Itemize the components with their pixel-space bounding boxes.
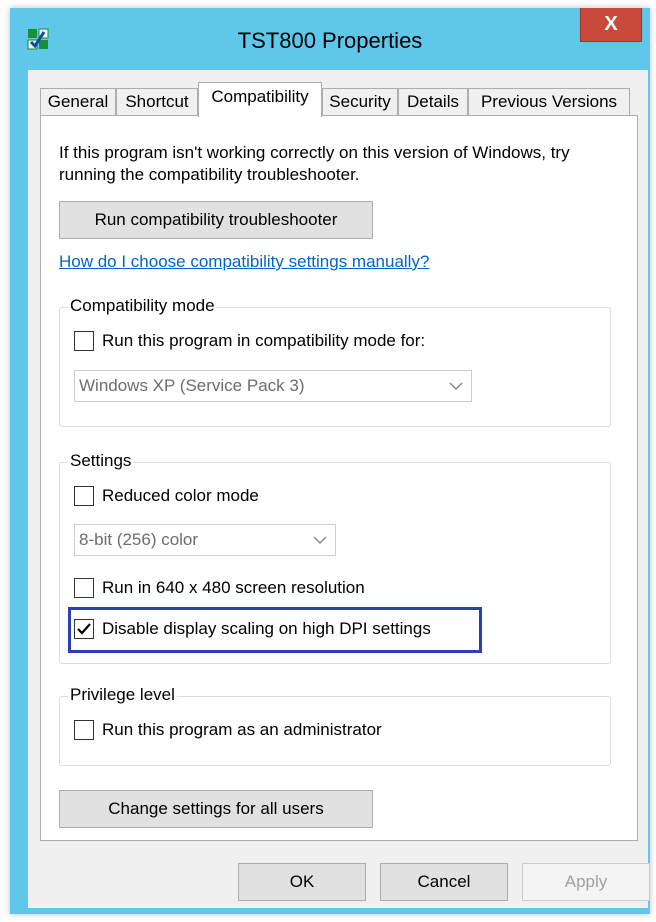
compat-mode-checkbox[interactable]	[74, 331, 94, 351]
color-depth-select-value: 8-bit (256) color	[79, 530, 199, 549]
cancel-button[interactable]: Cancel	[380, 863, 508, 901]
ok-button[interactable]: OK	[238, 863, 366, 901]
compatibility-mode-group: Compatibility mode Run this program in c…	[59, 296, 611, 427]
compat-mode-checkbox-label: Run this program in compatibility mode f…	[102, 331, 426, 350]
resolution-checkbox[interactable]	[74, 578, 94, 598]
change-settings-all-users-button[interactable]: Change settings for all users	[59, 790, 373, 828]
tab-shortcut[interactable]: Shortcut	[116, 88, 198, 116]
checkmark-icon	[77, 623, 91, 635]
os-version-select-value: Windows XP (Service Pack 3)	[79, 376, 305, 395]
intro-text: If this program isn't working correctly …	[59, 143, 570, 184]
run-troubleshooter-button[interactable]: Run compatibility troubleshooter	[59, 201, 373, 239]
privilege-level-label: Privilege level	[68, 685, 177, 705]
dpi-scaling-label: Disable display scaling on high DPI sett…	[102, 619, 431, 638]
tab-general[interactable]: General	[40, 88, 116, 116]
tab-details[interactable]: Details	[398, 88, 468, 116]
run-as-admin-checkbox[interactable]	[74, 720, 94, 740]
apply-button[interactable]: Apply	[522, 863, 650, 901]
reduced-color-label: Reduced color mode	[102, 486, 259, 505]
window-title: TST800 Properties	[237, 28, 423, 53]
tab-compatibility[interactable]: Compatibility	[198, 82, 322, 117]
dpi-scaling-checkbox[interactable]	[74, 619, 94, 639]
dialog-client-area: General Shortcut Compatibility Security …	[28, 70, 650, 908]
compatibility-mode-label: Compatibility mode	[68, 296, 217, 316]
settings-group: Settings Reduced color mode 8-bit (256) …	[59, 451, 611, 664]
color-depth-select[interactable]: 8-bit (256) color	[74, 524, 336, 556]
os-version-select[interactable]: Windows XP (Service Pack 3)	[74, 370, 472, 402]
chevron-down-icon	[449, 382, 463, 391]
help-link[interactable]: How do I choose compatibility settings m…	[59, 252, 429, 272]
privilege-level-group: Privilege level Run this program as an a…	[59, 685, 611, 766]
tab-previous-versions[interactable]: Previous Versions	[468, 88, 630, 116]
close-button[interactable]: X	[580, 8, 642, 42]
run-as-admin-label: Run this program as an administrator	[102, 720, 382, 739]
settings-label: Settings	[68, 451, 134, 471]
chevron-down-icon	[313, 536, 327, 545]
properties-window: TST800 Properties X General Shortcut Com…	[10, 8, 650, 914]
title-bar[interactable]: TST800 Properties X	[10, 8, 650, 70]
tab-security[interactable]: Security	[322, 88, 398, 116]
compatibility-panel: If this program isn't working correctly …	[40, 115, 638, 841]
resolution-label: Run in 640 x 480 screen resolution	[102, 578, 365, 597]
reduced-color-checkbox[interactable]	[74, 486, 94, 506]
